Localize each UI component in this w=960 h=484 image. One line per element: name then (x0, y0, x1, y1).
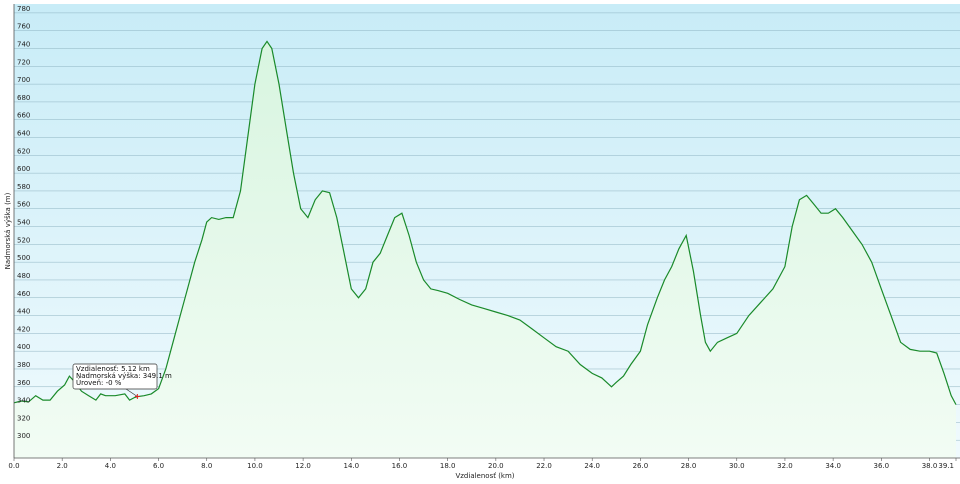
y-tick-label: 680 (17, 94, 30, 102)
x-tick-label: 28.0 (681, 462, 697, 470)
x-tick-label: 30.0 (729, 462, 745, 470)
x-axis-ticks: 0.0 2.0 4.0 6.0 8.0 10.0 12.0 14.0 16.0 18.0 20.0 2… (8, 458, 957, 470)
y-tick-label: 620 (17, 147, 30, 155)
y-axis-label: Nadmorská výška (m) (4, 192, 12, 269)
x-tick-label: 20.0 (488, 462, 504, 470)
x-tick-label: 32.0 (777, 462, 793, 470)
y-tick-label: 700 (17, 76, 30, 84)
x-tick-label: 18.0 (440, 462, 456, 470)
y-tick-label: 600 (17, 165, 30, 173)
x-tick-label: 34.0 (825, 462, 841, 470)
y-tick-label: 580 (17, 183, 30, 191)
y-tick-label: 560 (17, 201, 30, 209)
y-tick-label: 380 (17, 361, 30, 369)
x-tick-label: 16.0 (392, 462, 408, 470)
x-tick-label: 6.0 (153, 462, 164, 470)
y-tick-label: 460 (17, 290, 30, 298)
y-tick-label: 440 (17, 308, 30, 316)
x-tick-label: 22.0 (536, 462, 552, 470)
y-tick-label: 340 (17, 397, 30, 405)
x-axis-label: Vzdialenosť (km) (455, 471, 514, 480)
x-tick-label: 4.0 (105, 462, 116, 470)
tooltip-grade: Úroveň: -0 % (76, 378, 122, 387)
y-tick-label: 520 (17, 236, 30, 244)
x-tick-label: 10.0 (247, 462, 263, 470)
y-tick-label: 760 (17, 23, 30, 31)
x-tick-label: 39.1 (938, 462, 954, 470)
y-tick-label: 480 (17, 272, 30, 280)
y-tick-label: 660 (17, 112, 30, 120)
x-tick-label: 12.0 (295, 462, 311, 470)
y-tick-label: 360 (17, 379, 30, 387)
y-tick-label: 320 (17, 414, 30, 422)
y-tick-label: 540 (17, 219, 30, 227)
x-tick-label: 36.0 (874, 462, 890, 470)
y-tick-label: 780 (17, 5, 30, 13)
x-tick-label: 14.0 (343, 462, 359, 470)
y-tick-label: 300 (17, 432, 30, 440)
x-tick-label: 38.0 (922, 462, 938, 470)
y-tick-label: 500 (17, 254, 30, 262)
y-tick-label: 740 (17, 41, 30, 49)
x-tick-label: 24.0 (584, 462, 600, 470)
x-tick-label: 2.0 (57, 462, 68, 470)
elevation-profile-chart[interactable]: 300 320 340 360 380 400 420 440 460 480 500 520 540 5… (0, 0, 960, 484)
y-tick-label: 640 (17, 130, 30, 138)
x-tick-label: 8.0 (201, 462, 212, 470)
y-tick-label: 420 (17, 325, 30, 333)
y-tick-label: 400 (17, 343, 30, 351)
x-tick-label: 26.0 (633, 462, 649, 470)
x-tick-label: 0.0 (8, 462, 19, 470)
y-tick-label: 720 (17, 58, 30, 66)
